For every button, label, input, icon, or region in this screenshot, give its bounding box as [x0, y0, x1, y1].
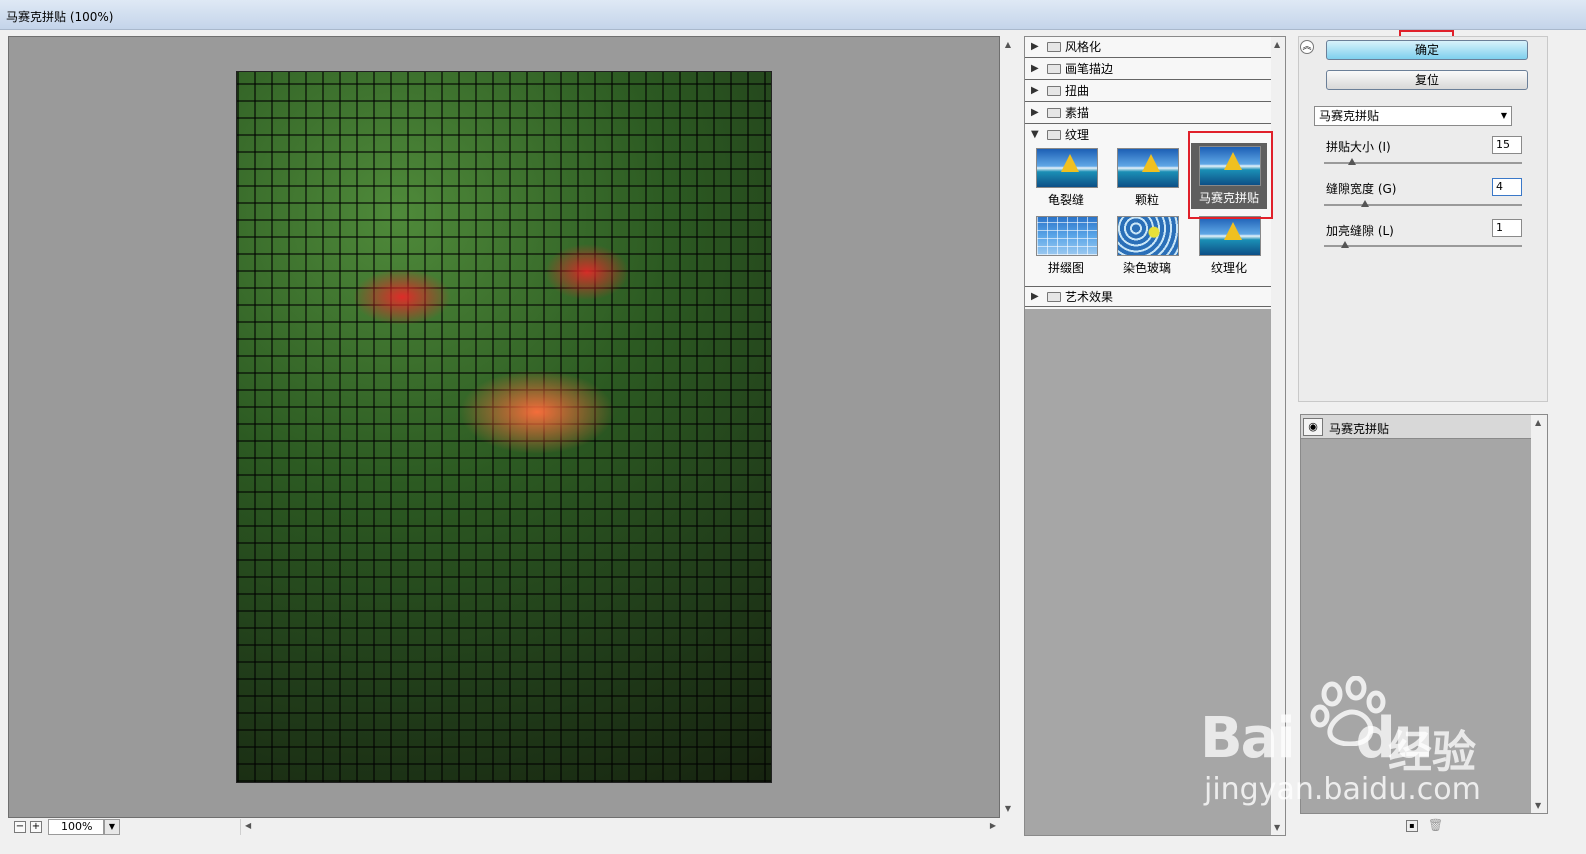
sailboat-thumbnail-icon — [1199, 216, 1261, 256]
preview-vertical-scrollbar[interactable]: ▲ ▼ — [1000, 36, 1016, 818]
category-label: 风格化 — [1065, 40, 1102, 54]
grout-width-slider-knob[interactable] — [1361, 200, 1369, 207]
grout-width-slider[interactable] — [1324, 204, 1522, 206]
filter-label: 马赛克拼贴 — [1198, 191, 1259, 205]
scroll-up-arrow-icon[interactable]: ▲ — [1274, 40, 1280, 49]
tile-size-slider-knob[interactable] — [1348, 158, 1356, 165]
filter-thumb-mosaic-tiles[interactable]: 马赛克拼贴 — [1191, 143, 1267, 209]
filter-label: 龟裂缝 — [1047, 193, 1084, 207]
collapse-gallery-button[interactable]: ︽ — [1300, 40, 1314, 54]
chevron-down-icon: ▼ — [1500, 111, 1507, 120]
filter-thumb-grain[interactable]: 颗粒 — [1109, 145, 1185, 211]
filter-label: 颗粒 — [1134, 193, 1159, 207]
filter-thumb-patchwork[interactable]: 拼缀图 — [1028, 213, 1104, 279]
window-title: 马赛克拼贴 (100%) — [6, 10, 114, 24]
filter-gallery: ▶ 风格化 ▶ 画笔描边 ▶ 扭曲 ▶ 素描 ▼ 纹理 龟裂缝 颗粒 马赛克拼贴… — [1024, 36, 1286, 836]
category-label: 素描 — [1065, 106, 1090, 120]
sailboat-thumbnail-icon — [1199, 146, 1261, 186]
category-artistic[interactable]: ▶ 艺术效果 — [1025, 286, 1271, 307]
filter-label: 染色玻璃 — [1122, 261, 1171, 275]
expand-arrow-icon: ▶ — [1031, 63, 1039, 74]
filter-select-value: 马赛克拼贴 — [1319, 109, 1380, 123]
grout-width-label: 缝隙宽度 (G) — [1326, 182, 1397, 196]
layers-vertical-scrollbar[interactable]: ▲ ▼ — [1531, 415, 1547, 813]
zoom-dropdown-button[interactable]: ▼ — [104, 819, 120, 835]
ok-button[interactable]: 确定 — [1326, 40, 1528, 60]
zoom-level-field[interactable]: 100% — [48, 819, 104, 835]
filter-thumb-texturizer[interactable]: 纹理化 — [1191, 213, 1267, 279]
lighten-grout-slider[interactable] — [1324, 245, 1522, 247]
lighten-grout-label: 加亮缝隙 (L) — [1326, 224, 1394, 238]
collapse-arrow-icon: ▼ — [1031, 129, 1039, 140]
preview-horizontal-scrollbar[interactable]: ◀ ▶ — [240, 819, 1000, 835]
chevron-down-icon: ▼ — [108, 822, 116, 831]
category-sketch[interactable]: ▶ 素描 — [1025, 103, 1271, 124]
filter-label: 拼缀图 — [1047, 261, 1084, 275]
open-folder-icon — [1047, 130, 1061, 140]
sailboat-thumbnail-icon — [1117, 148, 1179, 188]
filter-select[interactable]: 马赛克拼贴 ▼ — [1314, 106, 1512, 126]
preview-status-bar: − + 100% ▼ ◀ ▶ — [8, 818, 1016, 836]
scroll-down-arrow-icon[interactable]: ▼ — [1274, 823, 1280, 832]
lighten-grout-input[interactable]: 1 — [1492, 219, 1522, 237]
effect-layers-panel: ◉ 马赛克拼贴 ▲ ▼ — [1300, 414, 1548, 814]
folder-icon — [1047, 86, 1061, 96]
effect-layer-label: 马赛克拼贴 — [1329, 422, 1390, 436]
eye-icon[interactable]: ◉ — [1303, 418, 1323, 436]
category-label: 扭曲 — [1065, 84, 1090, 98]
folder-icon — [1047, 292, 1061, 302]
lighten-grout-slider-knob[interactable] — [1341, 241, 1349, 248]
preview-panel[interactable] — [8, 36, 1000, 818]
sailboat-thumbnail-icon — [1036, 148, 1098, 188]
filter-thumb-stained-glass[interactable]: 染色玻璃 — [1109, 213, 1185, 279]
stained-glass-thumbnail-icon — [1117, 216, 1179, 256]
scroll-down-arrow-icon[interactable]: ▼ — [1000, 802, 1016, 816]
expand-arrow-icon: ▶ — [1031, 291, 1039, 302]
tile-size-input[interactable]: 15 — [1492, 136, 1522, 154]
scroll-up-arrow-icon[interactable]: ▲ — [1000, 38, 1016, 52]
expand-arrow-icon: ▶ — [1031, 85, 1039, 96]
folder-icon — [1047, 42, 1061, 52]
preview-image[interactable] — [236, 71, 772, 783]
patchwork-thumbnail-icon — [1036, 216, 1098, 256]
gallery-vertical-scrollbar[interactable]: ▲ ▼ — [1271, 37, 1285, 835]
category-label: 纹理 — [1065, 128, 1090, 142]
category-brush-strokes[interactable]: ▶ 画笔描边 — [1025, 59, 1271, 80]
effect-layer-row[interactable]: ◉ 马赛克拼贴 — [1301, 415, 1531, 439]
category-label: 画笔描边 — [1065, 62, 1114, 76]
expand-arrow-icon: ▶ — [1031, 107, 1039, 118]
category-label: 艺术效果 — [1065, 290, 1114, 304]
title-bar: 马赛克拼贴 (100%) — [0, 0, 1586, 30]
zoom-out-button[interactable]: − — [14, 821, 26, 833]
scroll-up-arrow-icon[interactable]: ▲ — [1535, 418, 1541, 427]
category-stylize[interactable]: ▶ 风格化 — [1025, 37, 1271, 58]
scroll-left-arrow-icon[interactable]: ◀ — [245, 821, 251, 830]
tile-size-label: 拼贴大小 (I) — [1326, 140, 1391, 154]
trash-icon[interactable]: 🗑 — [1428, 819, 1443, 832]
filter-label: 纹理化 — [1210, 261, 1247, 275]
filter-thumb-craquelure[interactable]: 龟裂缝 — [1028, 145, 1104, 211]
scroll-down-arrow-icon[interactable]: ▼ — [1535, 801, 1541, 810]
expand-arrow-icon: ▶ — [1031, 41, 1039, 52]
filter-list: ▶ 风格化 ▶ 画笔描边 ▶ 扭曲 ▶ 素描 ▼ 纹理 龟裂缝 颗粒 马赛克拼贴… — [1025, 37, 1271, 309]
category-distort[interactable]: ▶ 扭曲 — [1025, 81, 1271, 102]
reset-button[interactable]: 复位 — [1326, 70, 1528, 90]
new-effect-layer-icon[interactable]: ▪ — [1406, 820, 1418, 832]
grout-width-input[interactable]: 4 — [1492, 178, 1522, 196]
folder-icon — [1047, 64, 1061, 74]
double-chevron-up-icon: ︽ — [1302, 42, 1312, 52]
scroll-right-arrow-icon[interactable]: ▶ — [990, 821, 996, 830]
zoom-in-button[interactable]: + — [30, 821, 42, 833]
folder-icon — [1047, 108, 1061, 118]
